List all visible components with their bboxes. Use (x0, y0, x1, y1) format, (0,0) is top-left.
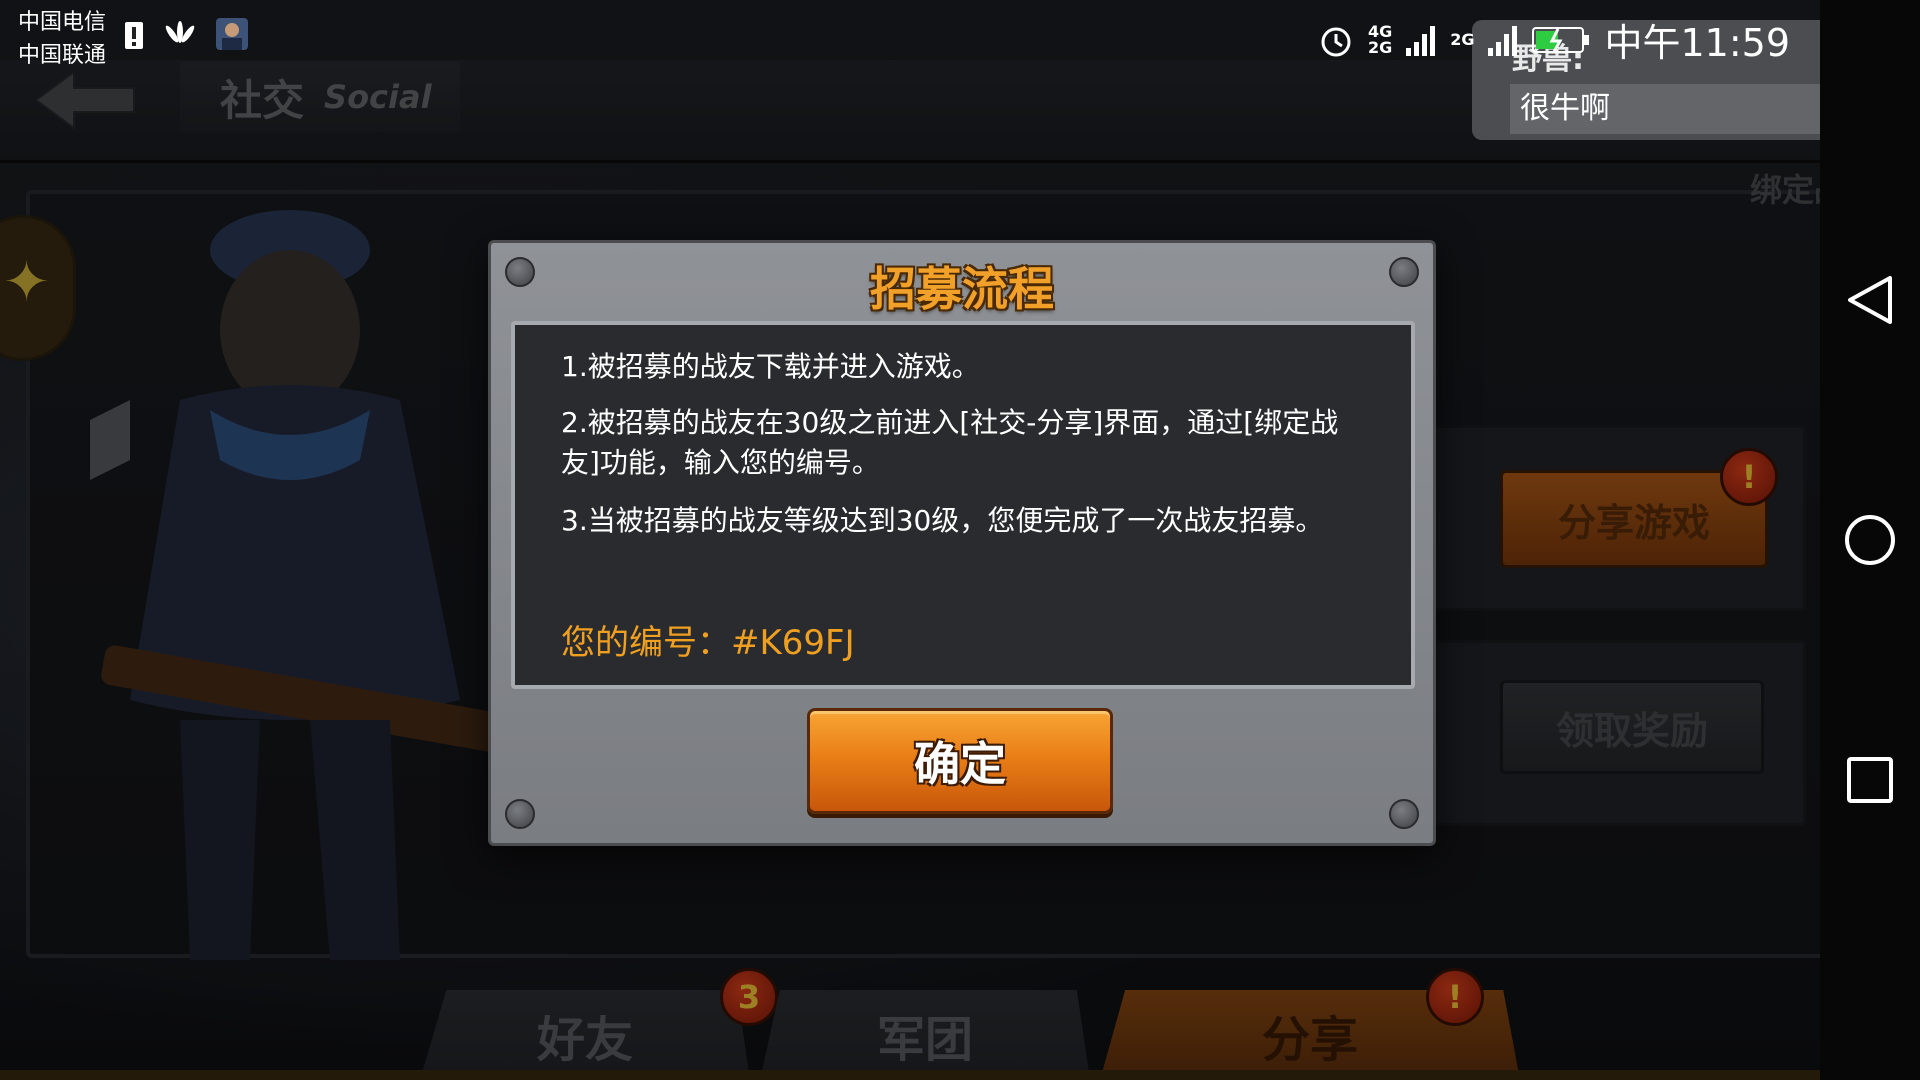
signal-icon (1488, 25, 1518, 56)
recruit-code-label: 您的编号： (561, 623, 731, 663)
step-2-text: 2.被招募的战友在30级之前进入[社交-分享]界面，通过[绑定战友]功能，输入您… (561, 406, 1339, 479)
dialog-body: 1.被招募的战友下载并进入游戏。 2.被招募的战友在30级之前进入[社交-分享]… (511, 321, 1415, 689)
rivet-icon (1389, 799, 1419, 829)
signal-icon (1406, 25, 1436, 56)
huawei-logo-icon (165, 21, 195, 43)
step-3-text: 3.当被招募的战友等级达到30级，您便完成了一次战友招募。 (561, 504, 1324, 537)
recruit-process-dialog: 招募流程 1.被招募的战友下载并进入游戏。 2.被招募的战友在30级之前进入[社… (488, 240, 1436, 846)
battery-charging-icon (1532, 26, 1590, 53)
system-navigation-bar (1820, 0, 1920, 1080)
notification-message: 很牛啊 (1510, 84, 1820, 134)
confirm-button[interactable]: 确定 (807, 708, 1113, 814)
carrier-info: 中国电信 中国联通 (18, 6, 106, 72)
clock-time: 中午11:59 (1604, 21, 1790, 65)
nav-recent-icon[interactable] (1840, 750, 1900, 810)
recruit-code-line: 您的编号：#K69FJ (561, 615, 855, 664)
network-type-1: 4G 2G (1367, 21, 1393, 57)
alarm-icon (1321, 27, 1351, 56)
rivet-icon (505, 799, 535, 829)
step-1-text: 1.被招募的战友下载并进入游戏。 (561, 350, 980, 383)
status-indicators: 4G 2G 2G 中午11:59 (1318, 12, 1790, 67)
network-type-2: 2G (1450, 29, 1475, 49)
carrier-1: 中国电信 (18, 10, 107, 35)
nav-home-icon[interactable] (1840, 510, 1900, 570)
status-app-icons (124, 18, 248, 50)
dialog-title: 招募流程 (870, 262, 1054, 316)
sim-alert-icon (125, 22, 143, 49)
carrier-2: 中国联通 (18, 43, 107, 68)
recruit-code-value: #K69FJ (731, 623, 855, 663)
nav-back-icon[interactable] (1840, 270, 1900, 330)
game-app-icon (216, 18, 248, 50)
